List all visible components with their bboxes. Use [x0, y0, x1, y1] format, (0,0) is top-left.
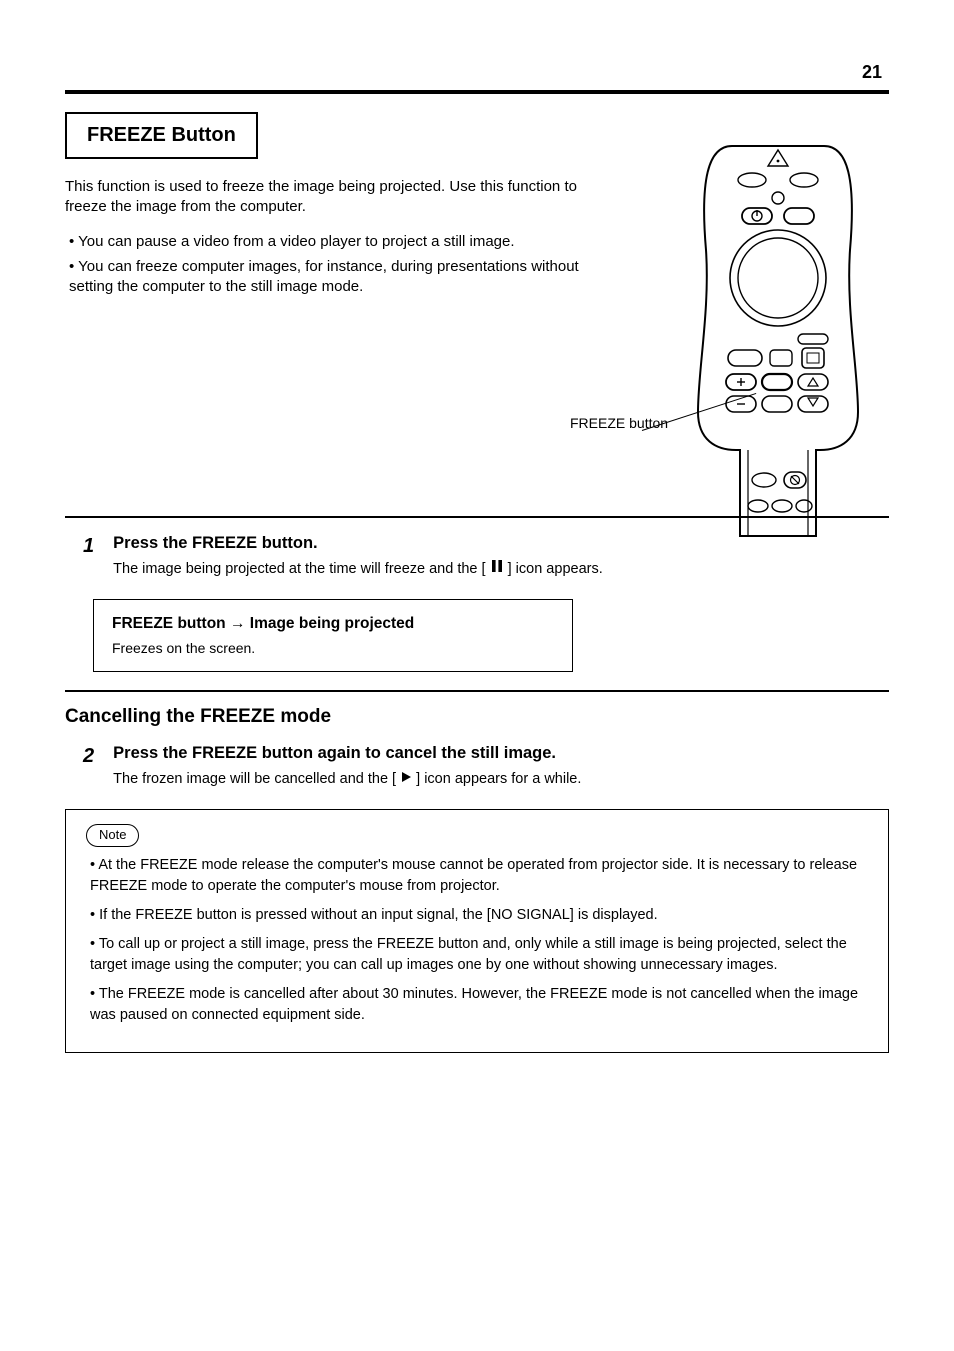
- divider-mid2: [65, 690, 889, 692]
- freeze-flow-line1: FREEZE button → Image being projected: [112, 614, 554, 634]
- page-number: 21: [862, 62, 882, 83]
- feature-bullet-list: You can pause a video from a video playe…: [69, 232, 609, 297]
- step-main-text: Press the FREEZE button.: [113, 532, 603, 555]
- freeze-flow-line2: Freezes on the screen.: [112, 639, 554, 657]
- note-box: Note At the FREEZE mode release the comp…: [65, 809, 889, 1053]
- remote-control-illustration: FREEZE button: [688, 140, 868, 550]
- freeze-flow-box: FREEZE button → Image being projected Fr…: [93, 599, 573, 671]
- note-item: If the FREEZE button is pressed without …: [90, 905, 868, 926]
- note-item: The FREEZE mode is cancelled after about…: [90, 984, 868, 1026]
- note-item: At the FREEZE mode release the computer'…: [90, 855, 868, 897]
- bullet-item: You can freeze computer images, for inst…: [69, 257, 609, 296]
- pause-icon: [490, 559, 504, 579]
- text-fragment: The image being projected at the time wi…: [113, 561, 485, 577]
- section-title-box: FREEZE Button: [65, 112, 258, 159]
- list-item: 2 Press the FREEZE button again to cance…: [83, 742, 889, 789]
- step-number: 1: [83, 532, 109, 560]
- text-fragment: ] icon appears for a while.: [416, 771, 581, 787]
- step-number: 2: [83, 742, 109, 770]
- step-main-text: Press the FREEZE button again to cancel …: [113, 742, 581, 765]
- note-badge: Note: [86, 824, 139, 847]
- step-list-cancel: 2 Press the FREEZE button again to cance…: [65, 742, 889, 789]
- note-list: At the FREEZE mode release the computer'…: [90, 855, 868, 1026]
- remote-freeze-label: FREEZE button: [570, 415, 668, 431]
- divider-top: [65, 90, 889, 94]
- intro-text: This function is used to freeze the imag…: [65, 177, 585, 218]
- play-icon: [400, 769, 412, 789]
- step-sub-text: The frozen image will be cancelled and t…: [113, 769, 581, 789]
- remote-svg: [688, 140, 868, 540]
- step-sub-text: The image being projected at the time wi…: [113, 559, 603, 579]
- note-item: To call up or project a still image, pre…: [90, 934, 868, 976]
- text-fragment: ] icon appears.: [508, 561, 603, 577]
- cancel-heading: Cancelling the FREEZE mode: [65, 706, 889, 728]
- text-fragment: The frozen image will be cancelled and t…: [113, 771, 396, 787]
- bullet-item: You can pause a video from a video playe…: [69, 232, 609, 252]
